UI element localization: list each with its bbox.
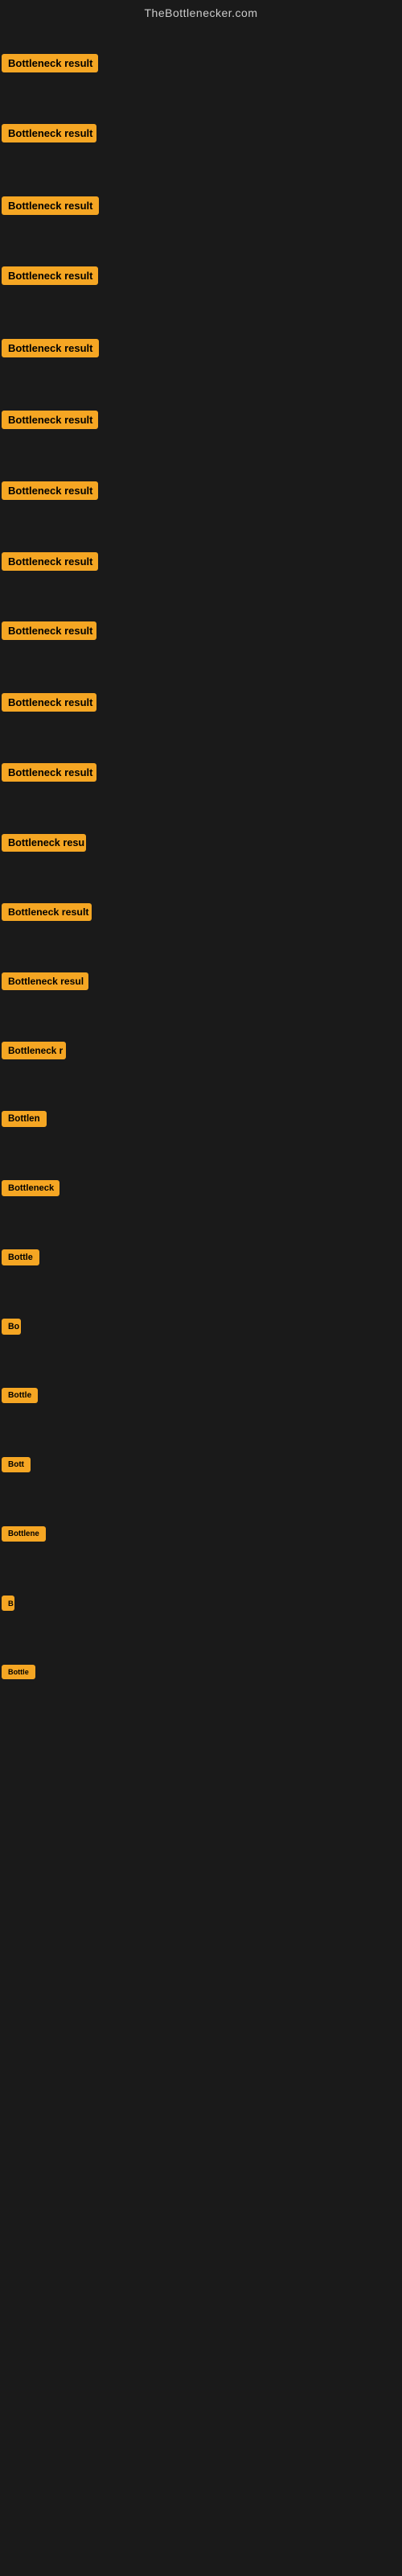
bottleneck-badge-22[interactable]: Bottlene [2,1526,46,1542]
bottleneck-badge-2[interactable]: Bottleneck result [2,124,96,142]
site-title-bar: TheBottlenecker.com [0,0,402,24]
result-row-10: Bottleneck result [2,693,96,716]
bottleneck-badge-4[interactable]: Bottleneck result [2,266,98,285]
result-row-18: Bottle [2,1249,39,1269]
results-container: Bottleneck result Bottleneck result Bottle… [0,24,402,2520]
result-row-6: Bottleneck result [2,411,98,433]
result-row-2: Bottleneck result [2,124,96,147]
bottleneck-badge-12[interactable]: Bottleneck resu [2,834,86,852]
result-row-3: Bottleneck result [2,196,99,219]
bottleneck-badge-14[interactable]: Bottleneck resul [2,972,88,990]
bottleneck-badge-16[interactable]: Bottlen [2,1111,47,1127]
bottleneck-badge-10[interactable]: Bottleneck result [2,693,96,712]
result-row-8: Bottleneck result [2,552,98,575]
site-title: TheBottlenecker.com [144,0,257,23]
result-row-4: Bottleneck result [2,266,98,289]
bottleneck-badge-20[interactable]: Bottle [2,1388,38,1403]
result-row-20: Bottle [2,1388,38,1407]
bottleneck-badge-15[interactable]: Bottleneck r [2,1042,66,1059]
result-row-1: Bottleneck result [2,54,98,76]
bottleneck-badge-8[interactable]: Bottleneck result [2,552,98,571]
result-row-23: B [2,1596,14,1615]
bottleneck-badge-7[interactable]: Bottleneck result [2,481,98,500]
result-row-7: Bottleneck result [2,481,98,504]
bottleneck-badge-1[interactable]: Bottleneck result [2,54,98,72]
bottleneck-badge-11[interactable]: Bottleneck result [2,763,96,782]
bottleneck-badge-9[interactable]: Bottleneck result [2,621,96,640]
bottleneck-badge-18[interactable]: Bottle [2,1249,39,1265]
bottleneck-badge-21[interactable]: Bott [2,1457,31,1472]
bottleneck-badge-24[interactable]: Bottle [2,1665,35,1679]
bottleneck-badge-17[interactable]: Bottleneck [2,1180,59,1196]
result-row-19: Bo [2,1319,21,1339]
result-row-15: Bottleneck r [2,1042,66,1063]
bottleneck-badge-19[interactable]: Bo [2,1319,21,1335]
result-row-13: Bottleneck result [2,903,92,925]
result-row-9: Bottleneck result [2,621,96,644]
result-row-22: Bottlene [2,1526,46,1546]
bottleneck-badge-23[interactable]: B [2,1596,14,1611]
result-row-11: Bottleneck result [2,763,96,786]
bottleneck-badge-13[interactable]: Bottleneck result [2,903,92,921]
bottleneck-badge-6[interactable]: Bottleneck result [2,411,98,429]
result-row-17: Bottleneck [2,1180,59,1200]
result-row-21: Bott [2,1457,31,1476]
result-row-5: Bottleneck result [2,339,99,361]
result-row-12: Bottleneck resu [2,834,86,856]
bottleneck-badge-5[interactable]: Bottleneck result [2,339,99,357]
bottleneck-badge-3[interactable]: Bottleneck result [2,196,99,215]
result-row-16: Bottlen [2,1111,47,1131]
result-row-14: Bottleneck resul [2,972,88,994]
result-row-24: Bottle [2,1665,35,1683]
